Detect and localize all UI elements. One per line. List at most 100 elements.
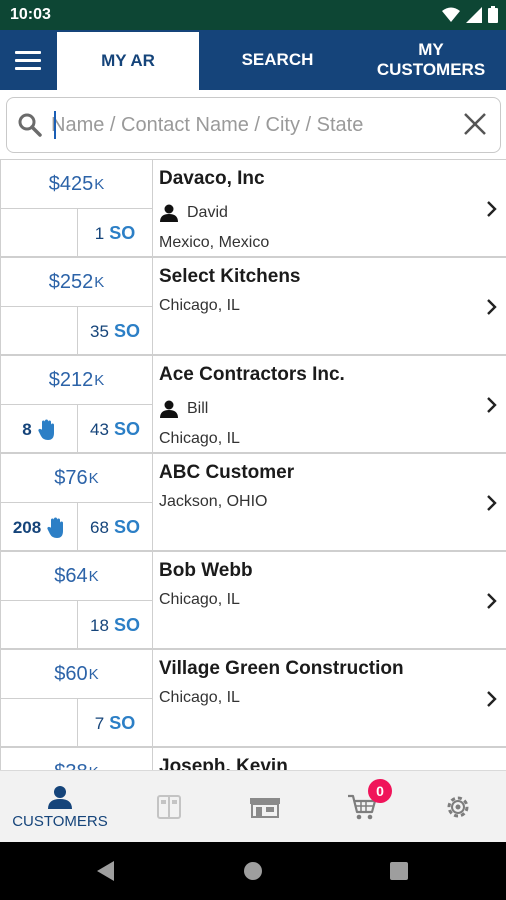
nav-store[interactable] [215, 771, 315, 843]
nav-catalog[interactable] [119, 771, 219, 843]
search-input[interactable] [51, 106, 451, 144]
customer-row[interactable]: $252 K 35 SO Select Kitchens Chicago, IL [0, 258, 506, 356]
menu-button[interactable] [0, 30, 56, 90]
holds-cell [0, 699, 77, 748]
so-label: SO [113, 321, 140, 341]
customer-name: Ace Contractors Inc. [159, 364, 345, 385]
ar-amount-unit: K [94, 273, 105, 291]
sales-orders-cell: 18 SO [77, 601, 153, 650]
hamburger-icon-line [15, 58, 41, 62]
ar-amount: $60 K [0, 650, 153, 699]
customer-location: Mexico, Mexico [159, 234, 270, 251]
contact-person-icon [160, 400, 178, 418]
hold-hand-icon [38, 419, 54, 440]
so-label: SO [113, 419, 140, 439]
so-count: 18 [90, 615, 109, 635]
so-count: 1 [94, 223, 105, 243]
holds-cell: 208 [0, 503, 77, 552]
ar-amount-value: $212 [48, 368, 94, 391]
customer-name: ABC Customer [159, 462, 295, 483]
chevron-right-icon [487, 593, 497, 609]
customer-info: Joseph, Kevin [159, 748, 479, 770]
ar-amount-value: $425 [48, 172, 94, 195]
ar-amount-value: $252 [48, 270, 94, 293]
ar-amount: $64 K [0, 552, 153, 601]
so-label: SO [109, 713, 136, 733]
status-icons [442, 6, 498, 23]
customer-row[interactable]: $38K Joseph, Kevin [0, 748, 506, 770]
ar-amount: $425 K [0, 160, 153, 209]
customer-name: Joseph, Kevin [159, 756, 288, 770]
holds-count: 8 [22, 419, 32, 439]
back-icon[interactable] [96, 861, 116, 881]
customer-info: Ace Contractors Inc. Bill Chicago, IL [159, 356, 479, 454]
customer-location: Chicago, IL [159, 591, 240, 608]
wifi-icon [442, 7, 460, 22]
chevron-right-icon [487, 299, 497, 315]
home-icon[interactable] [243, 861, 263, 881]
so-count: 35 [90, 321, 109, 341]
so-count: 7 [94, 713, 105, 733]
battery-icon [488, 6, 498, 23]
holds-cell: 8 [0, 405, 77, 454]
ar-amount-unit: K [94, 371, 105, 389]
chevron-right-icon [487, 495, 497, 511]
status-bar: 10:03 [0, 0, 506, 30]
so-label: SO [113, 615, 140, 635]
store-icon [250, 798, 280, 818]
search-bar [6, 97, 501, 153]
ar-amount: $38K [0, 748, 153, 770]
customer-location: Chicago, IL [159, 297, 240, 314]
clear-icon[interactable] [462, 111, 488, 137]
recents-icon[interactable] [390, 862, 408, 880]
search-icon [18, 113, 42, 137]
tab-my-ar[interactable]: MY AR [57, 32, 199, 90]
customer-info: Village Green Construction Chicago, IL [159, 650, 479, 748]
contact-name: David [187, 204, 228, 221]
ar-amount-value: $76 [54, 466, 88, 489]
tab-my-customers[interactable]: MY CUSTOMERS [356, 30, 506, 90]
sales-orders-cell: 43 SO [77, 405, 153, 454]
sales-orders-cell: 35 SO [77, 307, 153, 356]
system-nav-bar [0, 842, 506, 900]
customer-name: Select Kitchens [159, 266, 301, 287]
nav-customers[interactable]: CUSTOMERS [10, 771, 110, 843]
customer-name: Village Green Construction [159, 658, 404, 679]
app-bar: MY AR SEARCH MY CUSTOMERS [0, 30, 506, 90]
hamburger-icon-line [15, 66, 41, 70]
ar-amount-unit: K [88, 469, 99, 487]
customer-row[interactable]: $60 K 7 SO Village Green Construction Chicago… [0, 650, 506, 748]
customer-location: Chicago, IL [159, 689, 240, 706]
customer-contact: Bill [159, 399, 208, 419]
ar-amount-unit: K [94, 175, 105, 193]
customer-location: Chicago, IL [159, 430, 240, 447]
holds-cell [0, 601, 77, 650]
tab-search[interactable]: SEARCH [200, 30, 355, 90]
ar-amount: $76 K [0, 454, 153, 503]
customer-row[interactable]: $425 K 1 SO Davaco, Inc David Mexico, Mexico [0, 160, 506, 258]
cart-count-badge: 0 [368, 779, 392, 803]
hamburger-icon-line [15, 50, 41, 54]
hold-hand-icon [47, 517, 64, 538]
nav-cart[interactable]: 0 [312, 771, 412, 843]
customer-info: Select Kitchens Chicago, IL [159, 258, 479, 356]
gear-icon [447, 796, 469, 818]
ar-amount: $212 K [0, 356, 153, 405]
ar-amount-value: $60 [54, 662, 88, 685]
nav-settings[interactable] [408, 771, 506, 843]
customer-name: Davaco, Inc [159, 168, 265, 189]
nav-customers-label: CUSTOMERS [12, 813, 108, 830]
customer-row[interactable]: $212 K 8 43 SO Ace Contractors Inc. Bill Chicag… [0, 356, 506, 454]
text-cursor [54, 111, 56, 139]
sales-orders-cell: 7 SO [77, 699, 153, 748]
customer-row[interactable]: $76 K 208 68 SO ABC Customer Jackson, OHIO [0, 454, 506, 552]
ar-amount-unit: K [88, 665, 99, 683]
customer-row[interactable]: $64 K 18 SO Bob Webb Chicago, IL [0, 552, 506, 650]
person-icon [48, 786, 72, 809]
signal-icon [466, 6, 482, 23]
customer-location: Jackson, OHIO [159, 493, 268, 510]
ar-amount-value: $38 [54, 761, 87, 771]
so-count: 43 [90, 419, 109, 439]
customer-name: Bob Webb [159, 560, 253, 581]
status-time: 10:03 [10, 6, 51, 23]
